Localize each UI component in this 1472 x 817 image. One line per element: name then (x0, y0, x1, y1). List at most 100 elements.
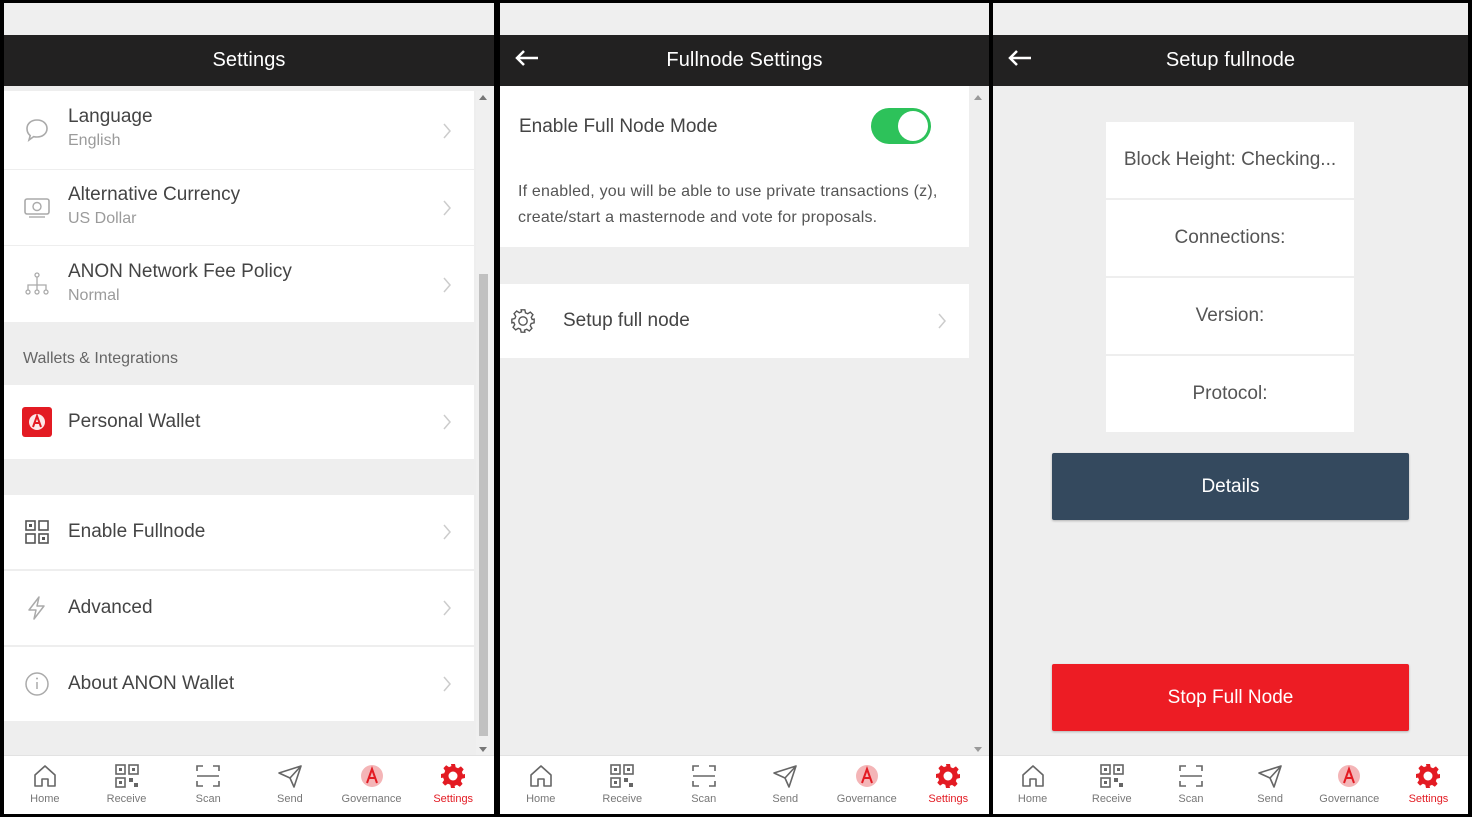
tab-label: Governance (341, 793, 402, 805)
toggle-label: Enable Full Node Mode (519, 116, 718, 137)
gear-outline-icon (508, 306, 538, 336)
currency-icon (22, 192, 52, 222)
scroll-up-arrow[interactable] (479, 95, 487, 100)
tab-scan[interactable]: Scan (1151, 756, 1230, 814)
tab-receive[interactable]: Receive (1072, 756, 1151, 814)
details-button[interactable]: Details (1052, 453, 1409, 520)
row-title: Personal Wallet (68, 411, 201, 432)
tab-label: Scan (1178, 793, 1204, 805)
chevron-right-icon (443, 123, 451, 139)
tab-bar: Home Receive Scan Send Governance Settin… (993, 755, 1468, 814)
row-subtitle: English (68, 132, 121, 149)
page-title: Settings (212, 49, 286, 71)
connections: Connections: (1106, 200, 1354, 278)
network-icon (22, 269, 52, 299)
status-bar (4, 3, 494, 35)
status-bar (500, 3, 989, 35)
tab-label: Scan (195, 793, 221, 805)
tab-receive[interactable]: Receive (582, 756, 664, 814)
tab-label: Send (1257, 793, 1283, 805)
tab-label: Home (1017, 793, 1048, 805)
back-arrow-icon[interactable] (514, 49, 540, 67)
tab-scan[interactable]: Scan (167, 756, 249, 814)
tab-home[interactable]: Home (500, 756, 582, 814)
gear-icon (1416, 764, 1441, 788)
row-subtitle: US Dollar (68, 210, 137, 227)
row-title: About ANON Wallet (68, 673, 235, 694)
scrollbar[interactable] (971, 91, 985, 756)
scrollbar[interactable] (476, 91, 490, 756)
row-title: Setup full node (563, 310, 690, 331)
status-bar (993, 3, 1468, 35)
row-title: Advanced (68, 597, 153, 618)
gear-icon (441, 764, 466, 788)
scroll-down-arrow[interactable] (479, 747, 487, 752)
chevron-right-icon (443, 524, 451, 540)
tab-governance[interactable]: Governance (1310, 756, 1389, 814)
gear-icon (936, 764, 961, 788)
governance-icon (855, 765, 878, 787)
tab-label: Governance (1319, 793, 1380, 805)
tab-settings[interactable]: Settings (1389, 756, 1468, 814)
tab-home[interactable]: Home (4, 756, 86, 814)
scan-icon (691, 765, 716, 787)
settings-row-enable-fullnode[interactable]: Enable Fullnode (4, 495, 474, 569)
tab-receive[interactable]: Receive (86, 756, 168, 814)
tab-settings[interactable]: Settings (908, 756, 990, 814)
tab-label: Receive (106, 793, 147, 805)
settings-row-personal-wallet[interactable]: Personal Wallet (4, 385, 474, 459)
toggle-knob (898, 111, 928, 141)
home-icon (529, 765, 552, 787)
tab-label: Settings (928, 793, 969, 805)
qr-icon (610, 764, 635, 788)
scroll-down-arrow[interactable] (974, 747, 982, 752)
tab-label: Receive (602, 793, 643, 805)
settings-screen: Settings Language English Alternative Cu… (4, 3, 494, 814)
tab-label: Scan (691, 793, 717, 805)
governance-icon (360, 765, 383, 787)
chevron-right-icon (443, 414, 451, 430)
tab-governance[interactable]: Governance (826, 756, 908, 814)
settings-row-advanced[interactable]: Advanced (4, 571, 474, 645)
stop-full-node-button[interactable]: Stop Full Node (1052, 664, 1409, 731)
qr-grid-icon (22, 517, 52, 547)
qr-icon (114, 764, 139, 788)
chat-bubble-icon (22, 115, 52, 145)
governance-icon (1338, 765, 1361, 787)
info-icon (22, 669, 52, 699)
chevron-right-icon (443, 277, 451, 293)
fullnode-settings-screen: Fullnode Settings Enable Full Node Mode … (500, 3, 989, 814)
page-title: Setup fullnode (1165, 49, 1296, 71)
settings-row-fee-policy[interactable]: ANON Network Fee Policy Normal (4, 246, 474, 322)
full-node-mode-toggle[interactable] (871, 108, 931, 144)
tab-send[interactable]: Send (249, 756, 331, 814)
tab-bar: Home Receive Scan Send Governance Settin… (500, 755, 989, 814)
tab-bar: Home Receive Scan Send Governance Settin… (4, 755, 494, 814)
settings-row-language[interactable]: Language English (4, 91, 474, 169)
setup-full-node-row[interactable]: Setup full node (500, 284, 969, 358)
lightning-icon (22, 593, 52, 623)
row-subtitle: Normal (68, 287, 120, 304)
node-info-box: Block Height: Checking... Connections: V… (1106, 122, 1354, 432)
scroll-up-arrow[interactable] (974, 95, 982, 100)
tab-scan[interactable]: Scan (663, 756, 745, 814)
row-title: Language (68, 106, 153, 127)
tab-send[interactable]: Send (745, 756, 827, 814)
tab-send[interactable]: Send (1231, 756, 1310, 814)
send-icon (773, 765, 798, 788)
settings-row-currency[interactable]: Alternative Currency US Dollar (4, 170, 474, 245)
tab-home[interactable]: Home (993, 756, 1072, 814)
back-arrow-icon[interactable] (1007, 49, 1033, 67)
tab-governance[interactable]: Governance (331, 756, 413, 814)
settings-row-about[interactable]: About ANON Wallet (4, 647, 474, 721)
header: Setup fullnode (993, 35, 1468, 86)
scroll-thumb[interactable] (479, 274, 488, 736)
version: Version: (1106, 278, 1354, 356)
tab-label: Settings (1408, 793, 1449, 805)
scan-icon (196, 765, 220, 787)
tab-settings[interactable]: Settings (412, 756, 494, 814)
header: Settings (4, 35, 494, 86)
send-icon (278, 765, 302, 788)
tab-label: Settings (433, 793, 474, 805)
page-title: Fullnode Settings (666, 49, 823, 71)
